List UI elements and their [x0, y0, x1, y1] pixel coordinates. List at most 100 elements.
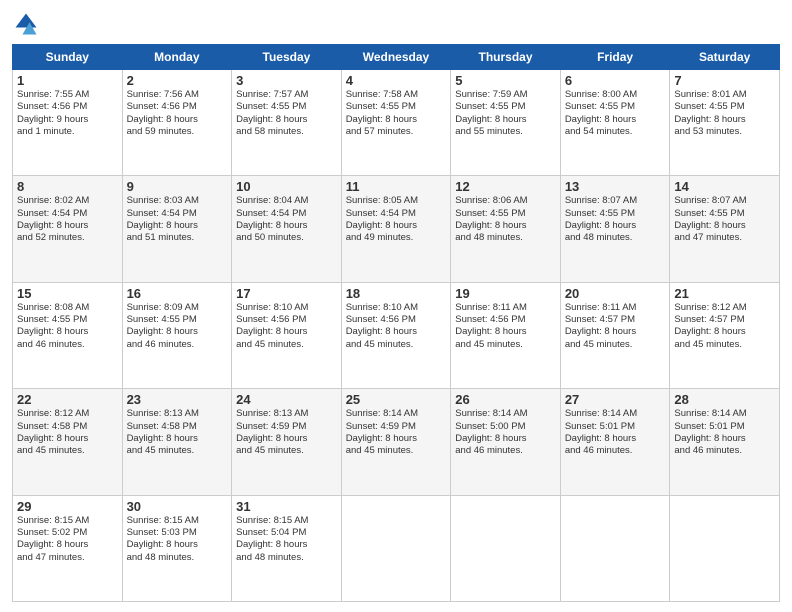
day-info: Sunrise: 8:14 AM Sunset: 4:59 PM Dayligh… [346, 408, 447, 457]
day-info: Sunrise: 8:10 AM Sunset: 4:56 PM Dayligh… [346, 302, 447, 351]
day-cell-16: 16Sunrise: 8:09 AM Sunset: 4:55 PM Dayli… [122, 282, 232, 388]
day-info: Sunrise: 8:02 AM Sunset: 4:54 PM Dayligh… [17, 195, 118, 244]
day-number: 4 [346, 73, 447, 88]
day-info: Sunrise: 8:07 AM Sunset: 4:55 PM Dayligh… [565, 195, 666, 244]
weekday-wednesday: Wednesday [341, 45, 451, 70]
day-cell-28: 28Sunrise: 8:14 AM Sunset: 5:01 PM Dayli… [670, 389, 780, 495]
day-cell-21: 21Sunrise: 8:12 AM Sunset: 4:57 PM Dayli… [670, 282, 780, 388]
day-info: Sunrise: 8:11 AM Sunset: 4:56 PM Dayligh… [455, 302, 556, 351]
day-info: Sunrise: 8:11 AM Sunset: 4:57 PM Dayligh… [565, 302, 666, 351]
day-number: 3 [236, 73, 337, 88]
day-cell-7: 7Sunrise: 8:01 AM Sunset: 4:55 PM Daylig… [670, 70, 780, 176]
day-info: Sunrise: 8:03 AM Sunset: 4:54 PM Dayligh… [127, 195, 228, 244]
day-number: 15 [17, 286, 118, 301]
day-info: Sunrise: 8:15 AM Sunset: 5:03 PM Dayligh… [127, 515, 228, 564]
day-cell-23: 23Sunrise: 8:13 AM Sunset: 4:58 PM Dayli… [122, 389, 232, 495]
day-number: 17 [236, 286, 337, 301]
day-info: Sunrise: 7:57 AM Sunset: 4:55 PM Dayligh… [236, 89, 337, 138]
day-cell-25: 25Sunrise: 8:14 AM Sunset: 4:59 PM Dayli… [341, 389, 451, 495]
day-info: Sunrise: 8:14 AM Sunset: 5:01 PM Dayligh… [674, 408, 775, 457]
day-info: Sunrise: 8:12 AM Sunset: 4:58 PM Dayligh… [17, 408, 118, 457]
empty-cell [451, 495, 561, 601]
empty-cell [341, 495, 451, 601]
day-info: Sunrise: 8:12 AM Sunset: 4:57 PM Dayligh… [674, 302, 775, 351]
day-info: Sunrise: 8:15 AM Sunset: 5:02 PM Dayligh… [17, 515, 118, 564]
day-info: Sunrise: 8:15 AM Sunset: 5:04 PM Dayligh… [236, 515, 337, 564]
day-number: 10 [236, 179, 337, 194]
day-cell-18: 18Sunrise: 8:10 AM Sunset: 4:56 PM Dayli… [341, 282, 451, 388]
day-number: 1 [17, 73, 118, 88]
day-cell-27: 27Sunrise: 8:14 AM Sunset: 5:01 PM Dayli… [560, 389, 670, 495]
page: SundayMondayTuesdayWednesdayThursdayFrid… [0, 0, 792, 612]
day-info: Sunrise: 8:10 AM Sunset: 4:56 PM Dayligh… [236, 302, 337, 351]
weekday-header-row: SundayMondayTuesdayWednesdayThursdayFrid… [13, 45, 780, 70]
day-cell-15: 15Sunrise: 8:08 AM Sunset: 4:55 PM Dayli… [13, 282, 123, 388]
day-info: Sunrise: 7:58 AM Sunset: 4:55 PM Dayligh… [346, 89, 447, 138]
day-info: Sunrise: 7:59 AM Sunset: 4:55 PM Dayligh… [455, 89, 556, 138]
empty-cell [560, 495, 670, 601]
empty-cell [670, 495, 780, 601]
day-info: Sunrise: 8:07 AM Sunset: 4:55 PM Dayligh… [674, 195, 775, 244]
day-number: 5 [455, 73, 556, 88]
day-cell-13: 13Sunrise: 8:07 AM Sunset: 4:55 PM Dayli… [560, 176, 670, 282]
day-info: Sunrise: 7:56 AM Sunset: 4:56 PM Dayligh… [127, 89, 228, 138]
day-info: Sunrise: 8:13 AM Sunset: 4:59 PM Dayligh… [236, 408, 337, 457]
day-number: 27 [565, 392, 666, 407]
day-number: 25 [346, 392, 447, 407]
day-number: 12 [455, 179, 556, 194]
week-row-5: 29Sunrise: 8:15 AM Sunset: 5:02 PM Dayli… [13, 495, 780, 601]
day-number: 14 [674, 179, 775, 194]
weekday-friday: Friday [560, 45, 670, 70]
day-number: 20 [565, 286, 666, 301]
day-number: 24 [236, 392, 337, 407]
day-cell-10: 10Sunrise: 8:04 AM Sunset: 4:54 PM Dayli… [232, 176, 342, 282]
day-info: Sunrise: 8:04 AM Sunset: 4:54 PM Dayligh… [236, 195, 337, 244]
day-number: 13 [565, 179, 666, 194]
day-number: 22 [17, 392, 118, 407]
day-number: 30 [127, 499, 228, 514]
day-info: Sunrise: 8:05 AM Sunset: 4:54 PM Dayligh… [346, 195, 447, 244]
day-cell-29: 29Sunrise: 8:15 AM Sunset: 5:02 PM Dayli… [13, 495, 123, 601]
day-cell-22: 22Sunrise: 8:12 AM Sunset: 4:58 PM Dayli… [13, 389, 123, 495]
day-cell-31: 31Sunrise: 8:15 AM Sunset: 5:04 PM Dayli… [232, 495, 342, 601]
day-info: Sunrise: 8:08 AM Sunset: 4:55 PM Dayligh… [17, 302, 118, 351]
day-number: 29 [17, 499, 118, 514]
week-row-4: 22Sunrise: 8:12 AM Sunset: 4:58 PM Dayli… [13, 389, 780, 495]
day-info: Sunrise: 8:13 AM Sunset: 4:58 PM Dayligh… [127, 408, 228, 457]
day-cell-3: 3Sunrise: 7:57 AM Sunset: 4:55 PM Daylig… [232, 70, 342, 176]
day-number: 31 [236, 499, 337, 514]
day-number: 16 [127, 286, 228, 301]
weekday-thursday: Thursday [451, 45, 561, 70]
day-cell-5: 5Sunrise: 7:59 AM Sunset: 4:55 PM Daylig… [451, 70, 561, 176]
weekday-monday: Monday [122, 45, 232, 70]
day-cell-2: 2Sunrise: 7:56 AM Sunset: 4:56 PM Daylig… [122, 70, 232, 176]
day-number: 9 [127, 179, 228, 194]
header [12, 10, 780, 38]
day-number: 19 [455, 286, 556, 301]
week-row-2: 8Sunrise: 8:02 AM Sunset: 4:54 PM Daylig… [13, 176, 780, 282]
day-number: 11 [346, 179, 447, 194]
week-row-1: 1Sunrise: 7:55 AM Sunset: 4:56 PM Daylig… [13, 70, 780, 176]
week-row-3: 15Sunrise: 8:08 AM Sunset: 4:55 PM Dayli… [13, 282, 780, 388]
day-info: Sunrise: 8:00 AM Sunset: 4:55 PM Dayligh… [565, 89, 666, 138]
day-cell-1: 1Sunrise: 7:55 AM Sunset: 4:56 PM Daylig… [13, 70, 123, 176]
logo-icon [12, 10, 40, 38]
day-number: 6 [565, 73, 666, 88]
day-cell-11: 11Sunrise: 8:05 AM Sunset: 4:54 PM Dayli… [341, 176, 451, 282]
day-cell-4: 4Sunrise: 7:58 AM Sunset: 4:55 PM Daylig… [341, 70, 451, 176]
day-cell-24: 24Sunrise: 8:13 AM Sunset: 4:59 PM Dayli… [232, 389, 342, 495]
weekday-tuesday: Tuesday [232, 45, 342, 70]
weekday-saturday: Saturday [670, 45, 780, 70]
day-number: 26 [455, 392, 556, 407]
day-number: 7 [674, 73, 775, 88]
day-info: Sunrise: 8:09 AM Sunset: 4:55 PM Dayligh… [127, 302, 228, 351]
day-number: 28 [674, 392, 775, 407]
day-info: Sunrise: 8:06 AM Sunset: 4:55 PM Dayligh… [455, 195, 556, 244]
day-cell-8: 8Sunrise: 8:02 AM Sunset: 4:54 PM Daylig… [13, 176, 123, 282]
day-number: 8 [17, 179, 118, 194]
day-cell-19: 19Sunrise: 8:11 AM Sunset: 4:56 PM Dayli… [451, 282, 561, 388]
day-cell-6: 6Sunrise: 8:00 AM Sunset: 4:55 PM Daylig… [560, 70, 670, 176]
day-cell-20: 20Sunrise: 8:11 AM Sunset: 4:57 PM Dayli… [560, 282, 670, 388]
weekday-sunday: Sunday [13, 45, 123, 70]
day-cell-30: 30Sunrise: 8:15 AM Sunset: 5:03 PM Dayli… [122, 495, 232, 601]
